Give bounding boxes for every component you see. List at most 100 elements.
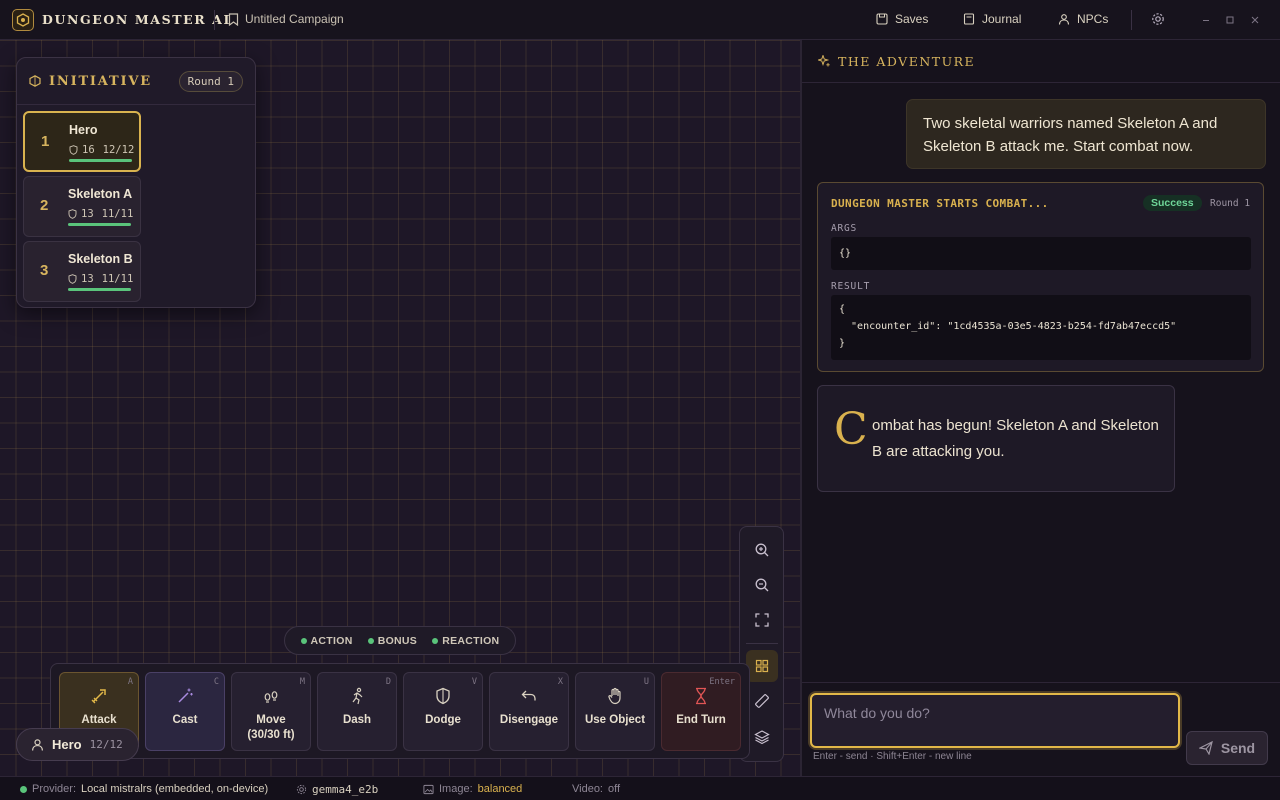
journal-icon [963, 13, 975, 25]
shield-icon [434, 686, 452, 706]
armor-class: 13 [81, 208, 94, 220]
shortcut-key: V [471, 677, 477, 687]
cast-button[interactable]: C Cast [145, 672, 225, 751]
disengage-button[interactable]: X Disengage [489, 672, 569, 751]
combatant-name: Hero [69, 123, 98, 137]
send-icon [1198, 741, 1213, 755]
video-label: Video: [572, 783, 603, 795]
status-badge: Success [1143, 195, 1202, 211]
person-icon [32, 739, 43, 751]
message-input[interactable]: What do you do? [810, 693, 1180, 748]
reaction-label: REACTION [442, 634, 500, 647]
move-button[interactable]: M Move (30/30 ft) [231, 672, 311, 751]
active-character-pill[interactable]: Hero 12/12 [16, 728, 139, 761]
shortcut-key: C [213, 677, 219, 687]
app-logo-icon [12, 9, 34, 31]
hp-bar [68, 288, 131, 291]
grid-icon[interactable] [746, 650, 778, 682]
result-code: { "encounter_id": "1cd4535a-03e5-4823-b2… [831, 295, 1251, 360]
combatant-name: Skeleton B [68, 252, 133, 266]
armor-class-icon [68, 274, 77, 284]
round-badge: Round 1 [178, 71, 243, 92]
hourglass-icon [692, 686, 710, 706]
status-bar: Provider: Local mistralrs (embedded, on-… [0, 776, 1280, 800]
initiative-header: INITIATIVE Round 1 [17, 58, 255, 105]
result-label: RESULT [831, 281, 871, 292]
image-value: balanced [477, 783, 523, 795]
ruler-icon[interactable] [746, 685, 778, 717]
args-code: {} [831, 237, 1251, 270]
layers-icon[interactable] [746, 721, 778, 753]
combatant-name: Skeleton A [68, 187, 133, 201]
campaign-label: Untitled Campaign [245, 12, 344, 26]
initiative-entry[interactable]: 3 Skeleton B 13 11/11 [23, 241, 141, 302]
send-button[interactable]: Send [1186, 731, 1268, 765]
maximize-icon[interactable] [1224, 13, 1236, 25]
armor-class: 16 [82, 144, 95, 156]
combatant-stats: 16 12/12 [69, 144, 134, 156]
action-label: Dodge [425, 714, 461, 726]
hit-points: 12/12 [102, 144, 135, 156]
drop-cap: C [834, 404, 868, 455]
close-icon[interactable] [1249, 13, 1261, 25]
hp-bar [68, 223, 131, 226]
armor-class-icon [69, 145, 78, 155]
dodge-button[interactable]: V Dodge [403, 672, 483, 751]
divider [746, 643, 778, 644]
hero-hp: 12/12 [89, 738, 123, 751]
title-bar: DUNGEON MASTER AI Untitled Campaign Save… [0, 0, 1280, 40]
image-label: Image: [439, 783, 473, 795]
action-indicator: ACTION [300, 634, 353, 647]
initiative-order: 2 [40, 197, 49, 214]
running-icon [348, 686, 366, 706]
save-icon [876, 13, 888, 25]
initiative-entry[interactable]: 2 Skeleton A 13 11/11 [23, 176, 141, 237]
composer-hint: Enter - send · Shift+Enter - new line [813, 751, 972, 762]
combatant-stats: 13 11/11 [68, 273, 133, 285]
action-label: Cast [172, 714, 198, 726]
hit-points: 11/11 [101, 208, 134, 220]
chip-icon [296, 784, 307, 795]
action-economy: ACTION BONUS REACTION [284, 626, 516, 655]
initiative-entry[interactable]: 1 Hero 16 12/12 [23, 111, 141, 172]
journal-button[interactable]: Journal [963, 12, 1021, 26]
composer-area: What do you do? Send Enter - send · Shif… [802, 682, 1280, 776]
npcs-label: NPCs [1077, 12, 1109, 26]
zoom-in-icon[interactable] [746, 534, 778, 566]
action-label: Disengage [499, 714, 559, 726]
image-icon [423, 784, 434, 794]
footsteps-icon [262, 686, 280, 706]
initiative-icon [29, 75, 41, 87]
campaign-name[interactable]: Untitled Campaign [228, 12, 344, 26]
reaction-indicator: REACTION [432, 635, 499, 647]
shortcut-key: Enter [709, 677, 735, 687]
adventure-panel: THE ADVENTURE Two skeletal warriors name… [802, 40, 1280, 776]
adventure-header: THE ADVENTURE [802, 40, 1280, 83]
action-label: Use Object [584, 714, 646, 726]
npcs-button[interactable]: NPCs [1058, 12, 1108, 26]
minimize-icon[interactable] [1200, 13, 1212, 25]
divider [1131, 10, 1132, 30]
action-label: Move [256, 714, 286, 726]
saves-button[interactable]: Saves [876, 12, 928, 26]
hand-icon [606, 686, 624, 706]
dm-message: C ombat has begun! Skeleton A and Skelet… [817, 385, 1175, 492]
combatant-stats: 13 11/11 [68, 208, 133, 220]
end-turn-button[interactable]: Enter End Turn [661, 672, 741, 751]
fit-view-icon[interactable] [746, 604, 778, 636]
tool-call-card: DUNGEON MASTER STARTS COMBAT... Success … [817, 182, 1264, 372]
action-bar: A Attack C Cast M Move (30/30 ft) D Dash V Dodge X D… [50, 663, 750, 759]
armor-class: 13 [81, 273, 94, 285]
send-label: Send [1220, 740, 1256, 756]
available-dot [367, 637, 374, 644]
use-object-button[interactable]: U Use Object [575, 672, 655, 751]
zoom-out-icon[interactable] [746, 569, 778, 601]
gear-icon[interactable] [1151, 12, 1165, 26]
shortcut-key: M [299, 677, 305, 687]
shortcut-key: D [385, 677, 391, 687]
person-icon [1058, 14, 1070, 25]
action-label: ACTION [310, 634, 353, 647]
journal-label: Journal [982, 12, 1022, 26]
action-sublabel: (30/30 ft) [247, 729, 295, 741]
dash-button[interactable]: D Dash [317, 672, 397, 751]
